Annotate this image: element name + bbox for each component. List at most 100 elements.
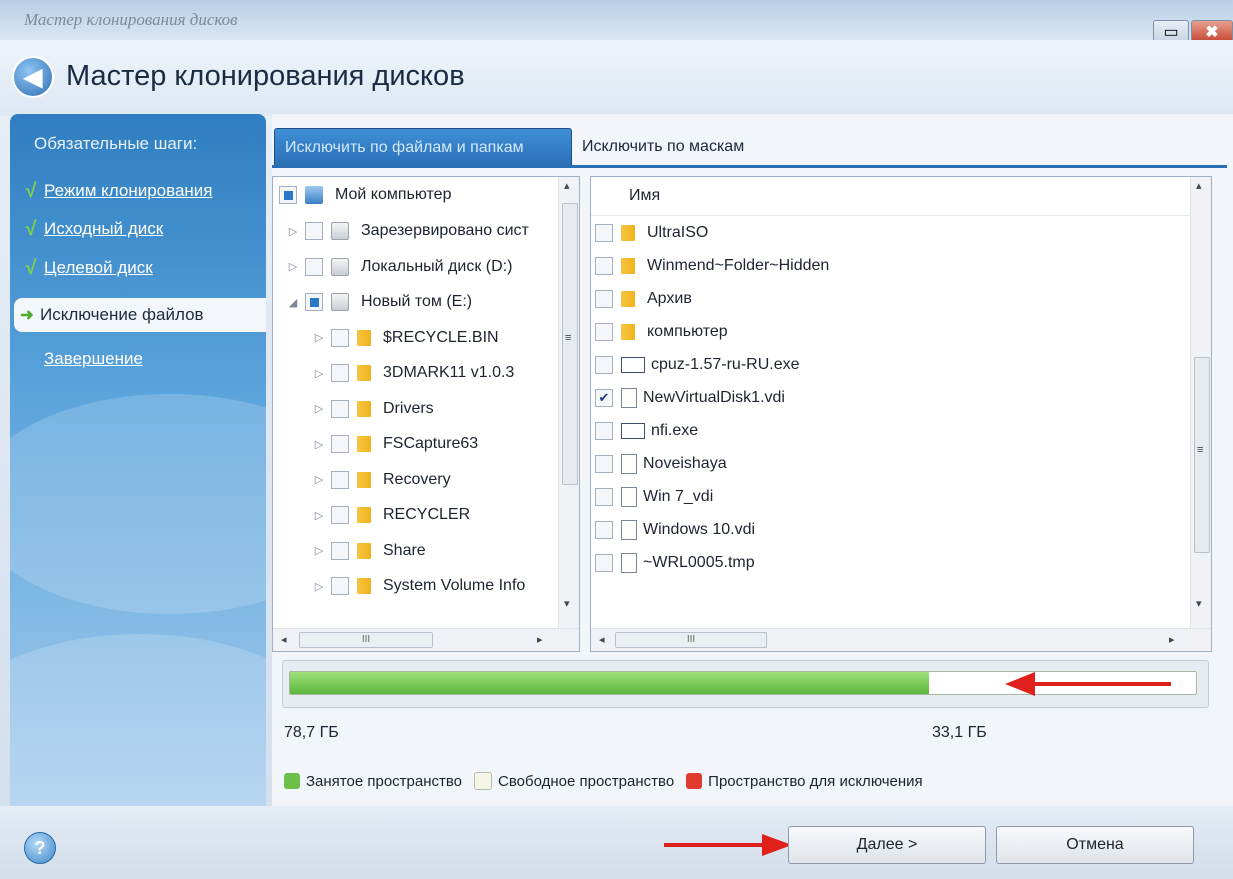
cancel-button[interactable]: Отмена — [996, 826, 1194, 864]
tree-item[interactable]: ▷ RECYCLER — [313, 501, 470, 529]
title-bar: Мастер клонирования дисков ▭ ✖ — [0, 0, 1233, 44]
tree-vertical-scrollbar[interactable]: ▴ ≡ ▾ — [558, 177, 579, 629]
step-3[interactable]: √ Целевой диск — [18, 251, 153, 285]
step-label: Исключение файлов — [40, 305, 204, 324]
tree-item-checkbox[interactable] — [305, 293, 323, 311]
scroll-left-icon[interactable]: ◂ — [281, 633, 287, 646]
list-item-checkbox[interactable] — [595, 356, 613, 374]
back-arrow-icon[interactable]: ◀ — [12, 56, 54, 98]
list-item-checkbox[interactable] — [595, 521, 613, 539]
tab-exclude-by-masks[interactable]: Исключить по маскам — [572, 128, 754, 166]
tree-item[interactable]: ▷ System Volume Info — [313, 572, 525, 600]
tree-item-checkbox[interactable] — [331, 364, 349, 382]
expander-icon[interactable]: ▷ — [313, 509, 325, 522]
list-item[interactable]: cpuz-1.57-ru-RU.exe — [595, 351, 800, 379]
annotation-arrow-next-icon — [664, 834, 792, 856]
list-item-checkbox[interactable] — [595, 488, 613, 506]
tree-item-checkbox[interactable] — [331, 328, 349, 347]
folder-tree[interactable]: Мой компьютер ▷ Зарезервировано сист ▷ Лока… — [272, 176, 580, 652]
list-item[interactable]: компьютер — [595, 318, 728, 346]
disk-usage-panel — [282, 660, 1209, 708]
next-button[interactable]: Далее > — [788, 826, 986, 864]
tree-item[interactable]: ▷ Recovery — [313, 466, 451, 494]
list-item[interactable]: Win 7_vdi — [595, 483, 713, 511]
list-item-checkbox[interactable] — [595, 422, 613, 440]
expander-icon[interactable]: ▷ — [313, 331, 325, 344]
step-4[interactable]: ➜ Исключение файлов — [14, 298, 266, 332]
step-5[interactable]: Завершение — [18, 342, 143, 376]
folder-icon — [357, 436, 371, 452]
tree-item-checkbox[interactable] — [331, 577, 349, 595]
tree-item[interactable]: ▷ $RECYCLE.BIN — [313, 324, 499, 352]
expander-icon[interactable]: ▷ — [287, 225, 299, 238]
name-column-label: Имя — [629, 187, 661, 204]
tree-item-checkbox[interactable] — [331, 399, 349, 418]
tree-root-item[interactable]: Мой компьютер — [279, 181, 451, 209]
list-item-checkbox[interactable]: ✔ — [595, 389, 613, 407]
tree-item[interactable]: ▷ Drivers — [313, 395, 434, 423]
tree-item[interactable]: ▷ Локальный диск (D:) — [287, 253, 512, 281]
scroll-down-icon[interactable]: ▾ — [564, 597, 570, 610]
list-item[interactable]: ✔ NewVirtualDisk1.vdi — [595, 384, 785, 412]
name-column-header[interactable]: Имя — [591, 177, 1211, 216]
expander-icon[interactable]: ▷ — [313, 367, 325, 380]
list-vertical-scrollbar[interactable]: ▴ ≡ ▾ — [1190, 177, 1211, 629]
list-scroll-up-icon[interactable]: ▴ — [1196, 179, 1202, 192]
tree-item[interactable]: ▷ FSCapture63 — [313, 430, 478, 458]
expander-icon[interactable]: ◢ — [287, 296, 299, 309]
list-item-label: Win 7_vdi — [643, 488, 714, 505]
tree-hscroll-thumb[interactable]: III — [299, 632, 433, 648]
scroll-right-icon[interactable]: ▸ — [537, 633, 543, 646]
list-item[interactable]: Архив — [595, 285, 692, 313]
tree-item-checkbox[interactable] — [305, 257, 323, 276]
expander-icon[interactable]: ▷ — [313, 580, 325, 593]
step-2[interactable]: √ Исходный диск — [18, 212, 164, 246]
list-scroll-right-icon[interactable]: ▸ — [1169, 633, 1175, 646]
list-scroll-left-icon[interactable]: ◂ — [599, 633, 605, 646]
tree-item-checkbox[interactable] — [331, 541, 349, 560]
scroll-up-icon[interactable]: ▴ — [564, 179, 570, 192]
window-title: Мастер клонирования дисков — [24, 10, 238, 29]
list-horizontal-scrollbar[interactable]: ◂ III ▸ — [591, 628, 1211, 651]
expander-icon[interactable]: ▷ — [313, 473, 325, 486]
expander-icon[interactable]: ▷ — [287, 260, 299, 273]
tree-item-checkbox[interactable] — [331, 435, 349, 453]
tree-horizontal-scrollbar[interactable]: ◂ III ▸ — [273, 628, 579, 651]
step-label: Режим клонирования — [44, 181, 213, 200]
folder-icon — [357, 542, 371, 559]
tree-item[interactable]: ▷ Share — [313, 537, 426, 565]
list-item-checkbox[interactable] — [595, 323, 613, 341]
tree-item[interactable]: ▷ 3DMARK11 v1.0.3 — [313, 359, 514, 387]
tree-root-checkbox[interactable] — [279, 186, 297, 204]
list-item[interactable]: UltraISO — [595, 219, 708, 247]
step-label: Исходный диск — [44, 219, 164, 238]
tree-item-checkbox[interactable] — [331, 470, 349, 489]
expander-icon[interactable]: ▷ — [313, 402, 325, 415]
list-vscroll-thumb[interactable]: ≡ — [1194, 357, 1210, 553]
step-1[interactable]: √ Режим клонирования — [18, 174, 213, 208]
help-icon[interactable]: ? — [24, 832, 56, 864]
tree-vscroll-thumb[interactable]: ≡ — [562, 203, 578, 485]
expander-icon[interactable]: ▷ — [313, 544, 325, 557]
file-list[interactable]: Имя UltraISO Winmend~Folder~Hidden Архив ко… — [590, 176, 1212, 652]
list-item[interactable]: Winmend~Folder~Hidden — [595, 252, 829, 280]
tab-exclude-by-files[interactable]: Исключить по файлам и папкам — [274, 128, 572, 167]
list-item-checkbox[interactable] — [595, 290, 613, 308]
list-item[interactable]: Windows 10.vdi — [595, 516, 755, 544]
list-scroll-down-icon[interactable]: ▾ — [1196, 597, 1202, 610]
list-item-checkbox[interactable] — [595, 257, 613, 275]
list-item-label: UltraISO — [647, 224, 709, 241]
list-hscroll-thumb[interactable]: III — [615, 632, 767, 648]
tree-item-checkbox[interactable] — [331, 506, 349, 524]
expander-icon[interactable]: ▷ — [313, 438, 325, 451]
tree-item[interactable]: ◢ Новый том (E:) — [287, 288, 472, 316]
list-item[interactable]: ~WRL0005.tmp — [595, 549, 755, 577]
tree-item[interactable]: ▷ Зарезервировано сист — [287, 217, 529, 245]
list-item[interactable]: nfi.exe — [595, 417, 698, 445]
tree-item-checkbox[interactable] — [305, 222, 323, 240]
list-item-checkbox[interactable] — [595, 224, 613, 242]
list-item[interactable]: Noveishaya — [595, 450, 727, 478]
list-item-checkbox[interactable] — [595, 554, 613, 572]
list-item-checkbox[interactable] — [595, 455, 613, 473]
main-content: Исключить по файлам и папкам Исключить п… — [272, 114, 1233, 806]
